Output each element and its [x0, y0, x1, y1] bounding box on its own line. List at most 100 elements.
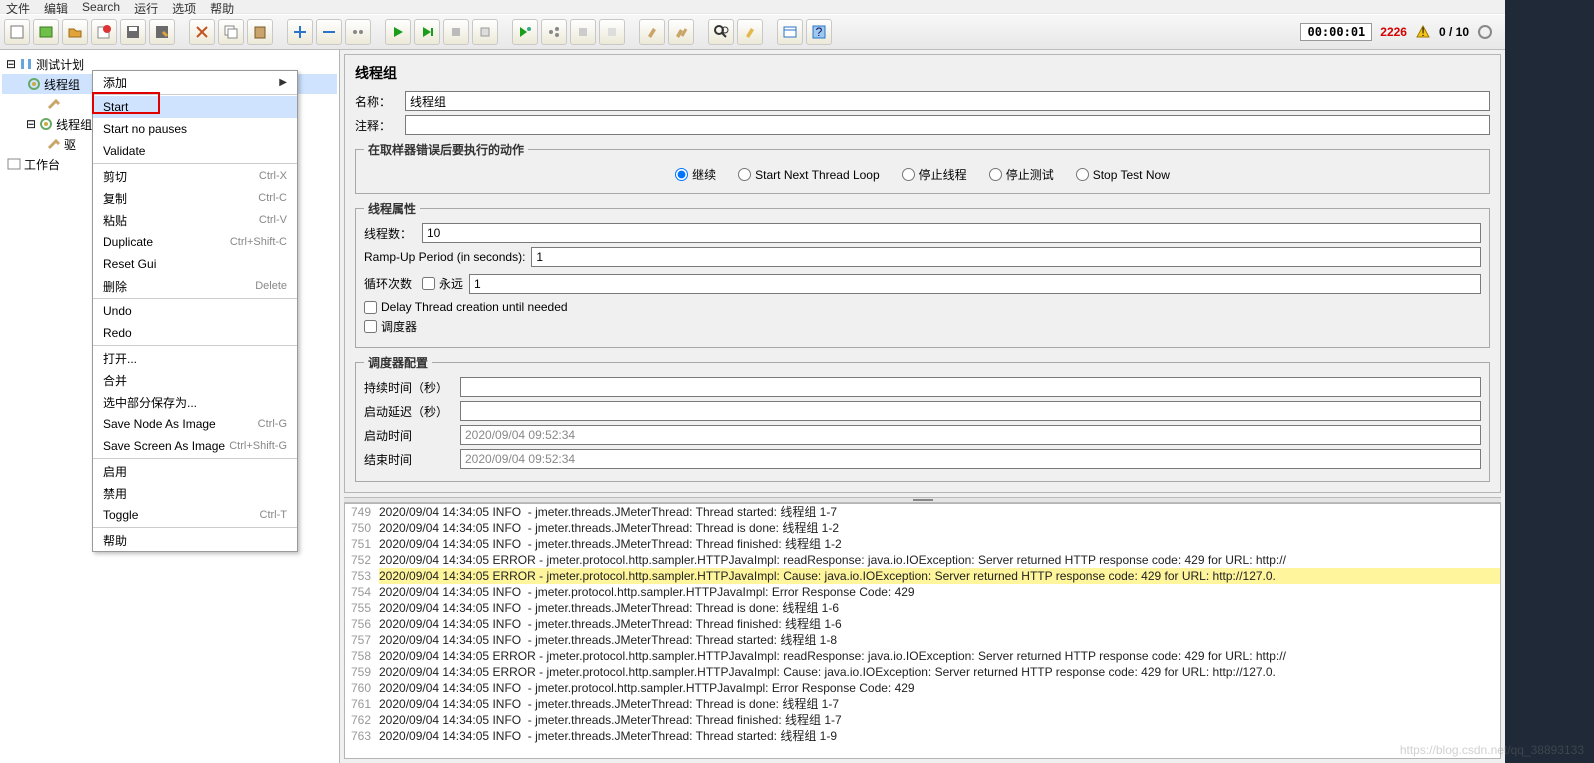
tree-root[interactable]: 测试计划 — [36, 56, 84, 73]
forever-checkbox[interactable]: 永远 — [422, 275, 463, 292]
ctx-start-no-pauses[interactable]: Start no pauses — [93, 118, 297, 140]
templates-icon[interactable] — [33, 19, 59, 45]
scheduler-legend: 调度器配置 — [364, 354, 432, 371]
log-line: 7512020/09/04 14:34:05 INFO - jmeter.thr… — [345, 536, 1500, 552]
loop-label: 循环次数 — [364, 275, 416, 292]
close-icon[interactable] — [91, 19, 117, 45]
tree-item-threadgroup[interactable]: 线程组 — [44, 76, 80, 93]
ctx-enable[interactable]: 启用 — [93, 460, 297, 482]
ramp-field[interactable] — [531, 247, 1481, 267]
ctx-open[interactable]: 打开... — [93, 347, 297, 369]
radio-stop-test[interactable]: 停止测试 — [989, 166, 1054, 183]
jmeter-app: 文件 编辑 Search 运行 选项 帮助 — [0, 0, 1505, 763]
function-helper-icon[interactable] — [777, 19, 803, 45]
tree-item-sampler[interactable]: 驱 — [64, 136, 76, 153]
ctx-undo[interactable]: Undo — [93, 300, 297, 322]
ctx-duplicate[interactable]: DuplicateCtrl+Shift-C — [93, 231, 297, 253]
delay-thread-checkbox[interactable]: Delay Thread creation until needed — [364, 300, 1481, 314]
comment-label: 注释： — [355, 117, 399, 134]
collapse-icon[interactable] — [316, 19, 342, 45]
ctx-reset-gui[interactable]: Reset Gui — [93, 253, 297, 275]
expand-icon[interactable] — [287, 19, 313, 45]
ctx-help[interactable]: 帮助 — [93, 529, 297, 551]
remote-start-all-icon[interactable] — [541, 19, 567, 45]
radio-continue[interactable]: 继续 — [675, 166, 716, 183]
ctx-add[interactable]: 添加▶ — [93, 71, 297, 93]
testplan-icon — [18, 56, 34, 72]
ctx-save-selection[interactable]: 选中部分保存为... — [93, 391, 297, 413]
on-error-fieldset: 在取样器错误后要执行的动作 继续 Start Next Thread Loop … — [355, 141, 1490, 194]
start-icon[interactable] — [385, 19, 411, 45]
log-line: 7492020/09/04 14:34:05 INFO - jmeter.thr… — [345, 504, 1500, 520]
end-time-field[interactable] — [460, 449, 1481, 469]
warn-count: 2226 — [1380, 25, 1407, 39]
ctx-validate[interactable]: Validate — [93, 140, 297, 162]
remote-start-icon[interactable] — [512, 19, 538, 45]
shutdown-icon[interactable] — [472, 19, 498, 45]
main-split: ⊟ 测试计划 线程组 ⊟ 线程组 驱 工作台 — [0, 50, 1505, 763]
threads-icon — [1477, 24, 1493, 40]
submenu-arrow-icon: ▶ — [279, 77, 287, 88]
startup-delay-field[interactable] — [460, 401, 1481, 421]
log-line: 7502020/09/04 14:34:05 INFO - jmeter.thr… — [345, 520, 1500, 536]
ctx-cut[interactable]: 剪切Ctrl-X — [93, 165, 297, 187]
tree-item-threadgroup[interactable]: 线程组 — [56, 116, 92, 133]
ramp-label: Ramp-Up Period (in seconds): — [364, 250, 525, 264]
toggle-handle-icon[interactable]: ⊟ — [26, 117, 36, 131]
comment-field[interactable] — [405, 115, 1490, 135]
name-field[interactable] — [405, 91, 1490, 111]
log-line: 7532020/09/04 14:34:05 ERROR - jmeter.pr… — [345, 568, 1500, 584]
save-as-icon[interactable] — [149, 19, 175, 45]
radio-stop-test-now[interactable]: Stop Test Now — [1076, 166, 1170, 183]
clear-all-icon[interactable] — [668, 19, 694, 45]
warning-icon: ! — [1415, 24, 1431, 40]
threads-field[interactable] — [422, 223, 1481, 243]
threadgroup-icon — [38, 116, 54, 132]
clear-icon[interactable] — [639, 19, 665, 45]
cut-icon[interactable] — [189, 19, 215, 45]
on-error-legend: 在取样器错误后要执行的动作 — [364, 141, 528, 158]
ctx-save-node-image[interactable]: Save Node As ImageCtrl-G — [93, 413, 297, 435]
log-line: 7552020/09/04 14:34:05 INFO - jmeter.thr… — [345, 600, 1500, 616]
thread-props-fieldset: 线程属性 线程数： Ramp-Up Period (in seconds): 循… — [355, 200, 1490, 348]
open-icon[interactable] — [62, 19, 88, 45]
threadgroup-icon — [26, 76, 42, 92]
remote-shutdown-icon[interactable] — [599, 19, 625, 45]
log-line: 7622020/09/04 14:34:05 INFO - jmeter.thr… — [345, 712, 1500, 728]
log-line: 7592020/09/04 14:34:05 ERROR - jmeter.pr… — [345, 664, 1500, 680]
new-icon[interactable] — [4, 19, 30, 45]
loop-field[interactable] — [469, 274, 1481, 294]
radio-start-next-loop[interactable]: Start Next Thread Loop — [738, 166, 880, 183]
tree-workbench[interactable]: 工作台 — [24, 156, 60, 173]
toggle-icon[interactable] — [345, 19, 371, 45]
log-line: 7522020/09/04 14:34:05 ERROR - jmeter.pr… — [345, 552, 1500, 568]
duration-field[interactable] — [460, 377, 1481, 397]
ctx-start[interactable]: Start — [93, 96, 297, 118]
search-icon[interactable] — [708, 19, 734, 45]
copy-icon[interactable] — [218, 19, 244, 45]
save-icon[interactable] — [120, 19, 146, 45]
menu-search[interactable]: Search — [82, 0, 120, 14]
help-icon[interactable]: ? — [806, 19, 832, 45]
remote-stop-icon[interactable] — [570, 19, 596, 45]
ctx-paste[interactable]: 粘贴Ctrl-V — [93, 209, 297, 231]
start-no-pause-icon[interactable] — [414, 19, 440, 45]
stop-icon[interactable] — [443, 19, 469, 45]
ctx-copy[interactable]: 复制Ctrl-C — [93, 187, 297, 209]
start-time-field[interactable] — [460, 425, 1481, 445]
log-panel[interactable]: 7492020/09/04 14:34:05 INFO - jmeter.thr… — [344, 503, 1501, 759]
toggle-handle-icon[interactable]: ⊟ — [6, 57, 16, 71]
ctx-delete[interactable]: 删除Delete — [93, 275, 297, 297]
log-line: 7612020/09/04 14:34:05 INFO - jmeter.thr… — [345, 696, 1500, 712]
paste-icon[interactable] — [247, 19, 273, 45]
start-time-label: 启动时间 — [364, 427, 454, 444]
test-plan-tree[interactable]: ⊟ 测试计划 线程组 ⊟ 线程组 驱 工作台 — [0, 50, 340, 763]
reset-search-icon[interactable] — [737, 19, 763, 45]
ctx-disable[interactable]: 禁用 — [93, 482, 297, 504]
ctx-redo[interactable]: Redo — [93, 322, 297, 344]
ctx-merge[interactable]: 合并 — [93, 369, 297, 391]
radio-stop-thread[interactable]: 停止线程 — [902, 166, 967, 183]
scheduler-checkbox[interactable]: 调度器 — [364, 318, 1481, 335]
ctx-toggle[interactable]: ToggleCtrl-T — [93, 504, 297, 526]
ctx-save-screen-image[interactable]: Save Screen As ImageCtrl+Shift-G — [93, 435, 297, 457]
